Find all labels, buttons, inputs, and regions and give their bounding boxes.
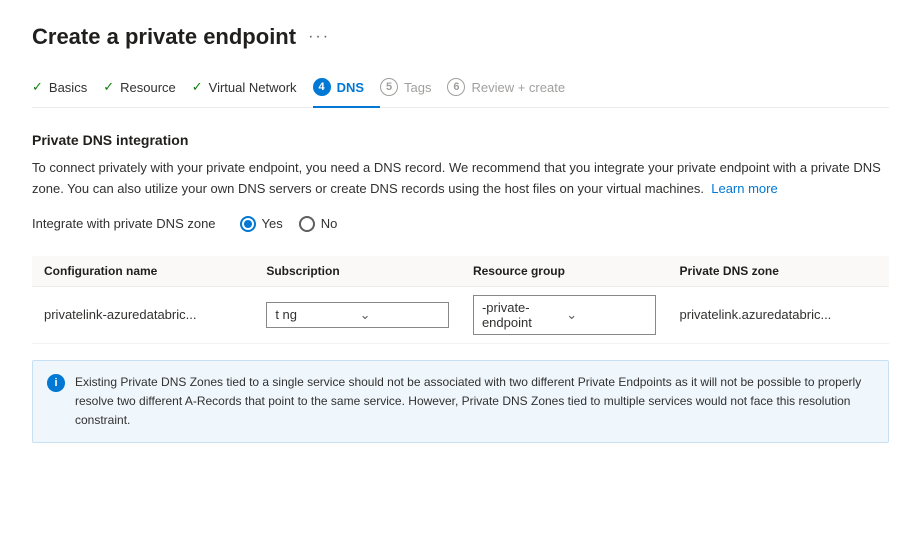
- step-resource[interactable]: ✓ Resource: [103, 71, 192, 107]
- col-config-name: Configuration name: [32, 256, 254, 287]
- cell-private-dns-zone: privatelink.azuredatabric...: [668, 286, 889, 343]
- radio-no-label: No: [321, 216, 338, 231]
- table-header-row: Configuration name Subscription Resource…: [32, 256, 889, 287]
- cell-resource-group[interactable]: -private-endpoint ⌄: [461, 286, 668, 343]
- col-subscription: Subscription: [254, 256, 461, 287]
- wizard-steps: ✓ Basics ✓ Resource ✓ Virtual Network 4 …: [32, 70, 889, 108]
- info-text: Existing Private DNS Zones tied to a sin…: [75, 373, 874, 431]
- step-virtual-network[interactable]: ✓ Virtual Network: [192, 71, 313, 107]
- learn-more-link[interactable]: Learn more: [711, 181, 777, 196]
- section-title: Private DNS integration: [32, 132, 889, 148]
- check-icon-virtual-network: ✓: [192, 79, 203, 95]
- page-header: Create a private endpoint ···: [32, 24, 889, 50]
- page-title: Create a private endpoint: [32, 24, 296, 50]
- step-review-create[interactable]: 6 Review + create: [447, 70, 581, 108]
- check-icon-basics: ✓: [32, 79, 43, 95]
- chevron-down-icon-2: ⌄: [566, 307, 646, 323]
- radio-no[interactable]: No: [299, 216, 338, 232]
- check-icon-resource: ✓: [103, 79, 114, 95]
- table-row: privatelink-azuredatabric... t ng ⌄ -pri…: [32, 286, 889, 343]
- subscription-value: t ng: [275, 307, 355, 322]
- step-circle-dns: 4: [313, 78, 331, 96]
- step-basics-label: Basics: [49, 80, 87, 95]
- info-box: i Existing Private DNS Zones tied to a s…: [32, 360, 889, 444]
- step-tags-label: Tags: [404, 80, 431, 95]
- step-circle-tags: 5: [380, 78, 398, 96]
- step-tags[interactable]: 5 Tags: [380, 70, 447, 108]
- integrate-label: Integrate with private DNS zone: [32, 216, 216, 231]
- step-circle-review: 6: [447, 78, 465, 96]
- radio-no-input[interactable]: [299, 216, 315, 232]
- subscription-dropdown[interactable]: t ng ⌄: [266, 302, 449, 328]
- section-description: To connect privately with your private e…: [32, 158, 889, 200]
- radio-yes[interactable]: Yes: [240, 216, 283, 232]
- dns-table: Configuration name Subscription Resource…: [32, 256, 889, 344]
- radio-yes-input[interactable]: [240, 216, 256, 232]
- info-icon: i: [47, 374, 65, 392]
- resource-group-dropdown[interactable]: -private-endpoint ⌄: [473, 295, 656, 335]
- page-title-ellipsis: ···: [308, 28, 330, 46]
- step-basics[interactable]: ✓ Basics: [32, 71, 103, 107]
- step-resource-label: Resource: [120, 80, 176, 95]
- radio-yes-label: Yes: [262, 216, 283, 231]
- step-dns-label: DNS: [337, 80, 364, 95]
- cell-config-name: privatelink-azuredatabric...: [32, 286, 254, 343]
- step-virtual-network-label: Virtual Network: [209, 80, 297, 95]
- col-resource-group: Resource group: [461, 256, 668, 287]
- resource-group-value: -private-endpoint: [482, 300, 562, 330]
- step-dns[interactable]: 4 DNS: [313, 70, 380, 108]
- col-private-dns-zone: Private DNS zone: [668, 256, 889, 287]
- step-review-create-label: Review + create: [471, 80, 565, 95]
- integrate-dns-zone-field: Integrate with private DNS zone Yes No: [32, 216, 889, 232]
- cell-subscription[interactable]: t ng ⌄: [254, 286, 461, 343]
- chevron-down-icon: ⌄: [360, 307, 440, 323]
